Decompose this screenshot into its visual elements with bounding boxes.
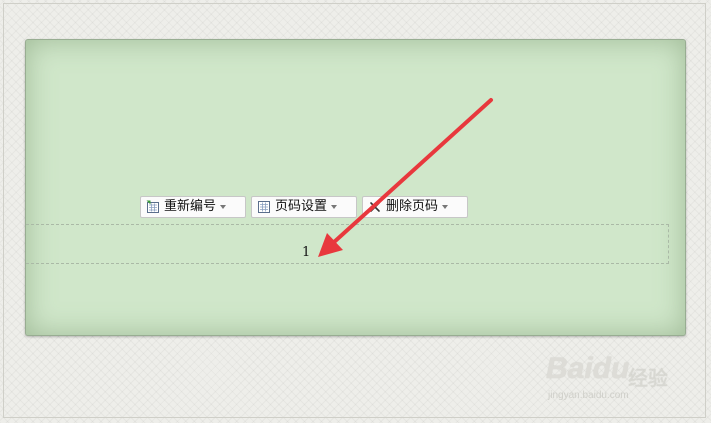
document-page: 1 重新编号 页码设置 删除页码: [25, 39, 686, 336]
delete-page-number-button[interactable]: 删除页码: [362, 196, 468, 218]
renumber-label: 重新编号: [164, 199, 217, 214]
chevron-down-icon[interactable]: [220, 205, 227, 209]
renumber-icon: [146, 200, 160, 214]
page-number-settings-button[interactable]: 页码设置: [251, 196, 357, 218]
page-number-settings-label: 页码设置: [275, 199, 328, 214]
delete-page-number-label: 删除页码: [386, 199, 439, 214]
page-settings-icon: [257, 200, 271, 214]
delete-icon: [368, 200, 382, 214]
page-number[interactable]: 1: [302, 245, 310, 260]
footer-region[interactable]: [26, 224, 669, 264]
chevron-down-icon[interactable]: [331, 205, 338, 209]
chevron-down-icon[interactable]: [442, 205, 449, 209]
renumber-button[interactable]: 重新编号: [140, 196, 246, 218]
